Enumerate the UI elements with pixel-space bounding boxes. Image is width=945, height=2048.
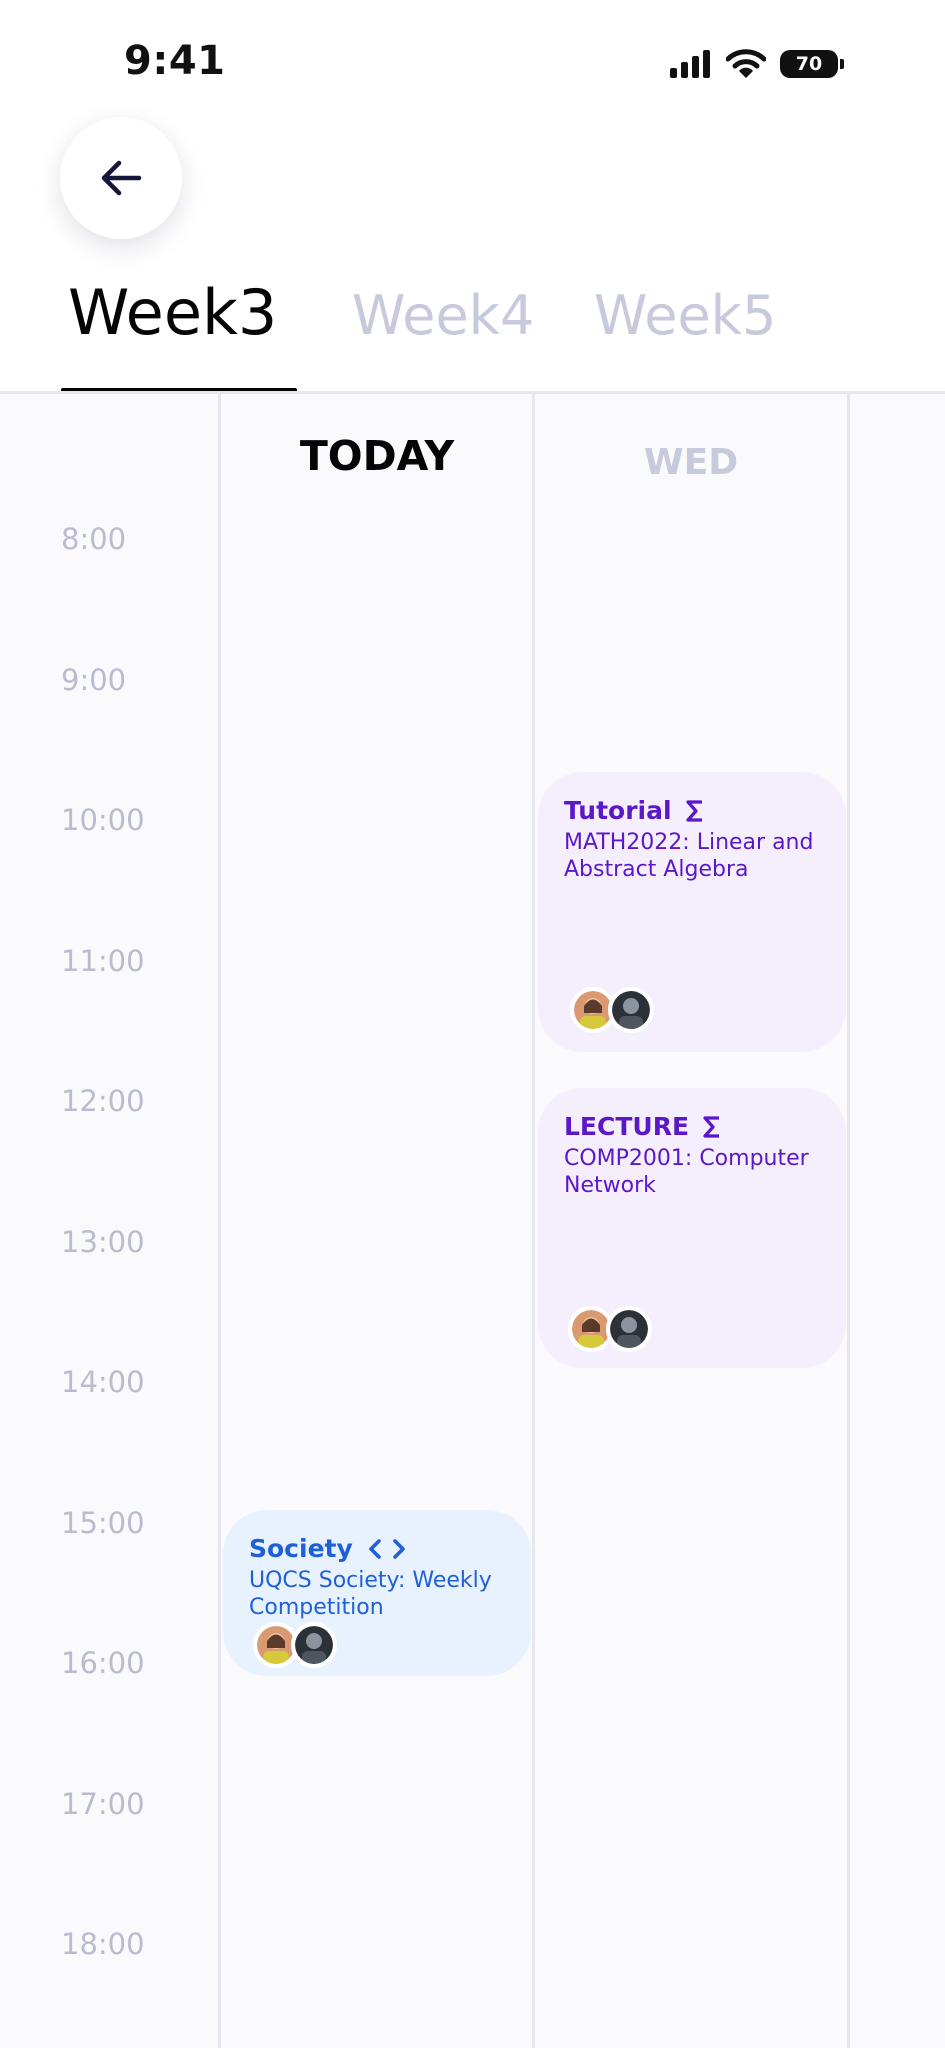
status-icons: 70 (670, 44, 844, 84)
battery-icon: 70 (780, 50, 844, 78)
event-type-label: Society (249, 1534, 353, 1563)
hour-label: 13:00 (61, 1225, 145, 1259)
avatar (608, 987, 654, 1033)
code-icon (368, 1538, 405, 1559)
tab-week3[interactable]: Week3 (68, 276, 277, 349)
avatar (291, 1622, 337, 1668)
tab-week4[interactable]: Week4 (352, 284, 534, 347)
wifi-icon (726, 49, 766, 78)
hour-label: 11:00 (61, 944, 145, 978)
participants (570, 987, 654, 1033)
hour-label: 17:00 (61, 1787, 145, 1821)
event-type-label: Tutorial (564, 796, 672, 825)
hour-label: 16:00 (61, 1646, 145, 1680)
event-type-label: LECTURE (564, 1112, 690, 1141)
participants (568, 1306, 652, 1352)
avatar (606, 1306, 652, 1352)
event-title: MATH2022: Linear and Abstract Algebra (564, 830, 814, 882)
battery-level: 70 (780, 50, 838, 78)
hour-label: 15:00 (61, 1506, 145, 1540)
event-type: Tutorial (564, 796, 820, 825)
hour-label: 10:00 (61, 803, 145, 837)
hour-label: 8:00 (61, 522, 127, 556)
sigma-icon (703, 1115, 720, 1138)
hour-label: 18:00 (61, 1927, 145, 1961)
arrow-left-icon (101, 160, 142, 196)
sigma-icon (685, 799, 702, 822)
cellular-signal-icon (670, 50, 710, 78)
hour-label: 14:00 (61, 1365, 145, 1399)
column-divider (847, 394, 850, 2048)
hour-label: 9:00 (61, 663, 127, 697)
week-tabs: Week3 Week4 Week5 (0, 268, 945, 393)
event-type: LECTURE (564, 1112, 820, 1141)
day-header-wed[interactable]: WED (536, 442, 846, 483)
hour-label: 12:00 (61, 1084, 145, 1118)
back-button[interactable] (60, 117, 182, 239)
event-title: UQCS Society: Weekly Competition (249, 1568, 492, 1620)
tabs-divider (0, 391, 945, 394)
column-divider (532, 394, 535, 2048)
status-time: 9:41 (124, 38, 226, 84)
top-bar: 9:41 70 Week3 Week4 Week5 (0, 0, 945, 393)
tab-week5[interactable]: Week5 (594, 284, 776, 347)
event-type: Society (249, 1534, 505, 1563)
column-divider (218, 394, 221, 2048)
event-title: COMP2001: Computer Network (564, 1146, 809, 1198)
participants (253, 1622, 337, 1668)
day-header-today[interactable]: TODAY (222, 432, 532, 480)
